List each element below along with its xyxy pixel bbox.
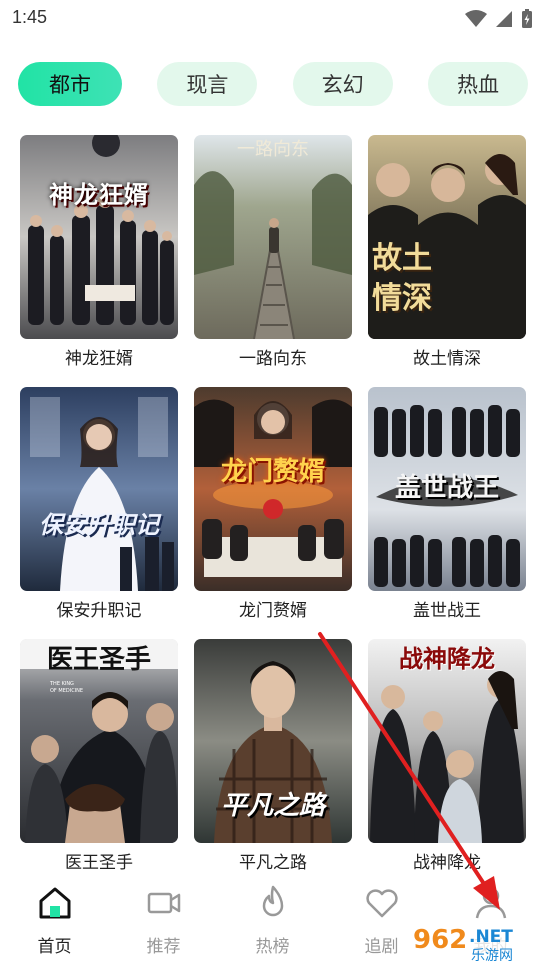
svg-text:一路向东: 一路向东: [237, 139, 309, 160]
svg-text:THE KING: THE KING: [49, 681, 74, 687]
tab-xuanhuan[interactable]: 玄幻: [292, 62, 393, 106]
video-icon: [147, 892, 180, 914]
status-bar: 1:45: [0, 0, 545, 40]
drama-poster: 平凡之路: [194, 639, 352, 843]
drama-title: 盖世战王: [413, 601, 481, 621]
svg-text:962: 962: [413, 925, 467, 955]
svg-text:OF MEDICINE: OF MEDICINE: [50, 688, 83, 694]
tab-dushi[interactable]: 都市: [18, 62, 122, 106]
drama-card[interactable]: THE KING OF MEDICINE 医王圣手 医王圣手: [20, 639, 178, 891]
drama-poster: 神龙狂婿: [20, 135, 178, 339]
drama-title: 一路向东: [239, 349, 307, 369]
drama-poster: 盖世战王: [368, 387, 526, 591]
drama-card[interactable]: 故土情深 故土情深: [368, 135, 526, 387]
nav-label: 首页: [37, 937, 72, 957]
status-time: 1:45: [12, 7, 48, 27]
wifi-icon: [465, 10, 487, 27]
svg-text:乐游网: 乐游网: [471, 948, 513, 964]
nav-label: 热榜: [255, 937, 290, 957]
category-tabs: 都市 现言 玄幻 热血: [18, 62, 528, 106]
drama-poster: 一路向东: [194, 135, 352, 339]
drama-title: 神龙狂婿: [65, 349, 133, 369]
heart-icon: [365, 889, 398, 918]
nav-item-recommend[interactable]: 推荐: [109, 870, 218, 968]
drama-title: 龙门赘婿: [239, 601, 307, 621]
tab-rexue[interactable]: 热血: [427, 62, 528, 106]
poster-title: 保安升职记: [39, 510, 159, 539]
home-icon: [39, 887, 70, 919]
drama-card[interactable]: 保安升职记 保安升职记: [20, 387, 178, 639]
signal-icon: [496, 11, 512, 27]
nav-label: 推荐: [146, 937, 181, 957]
drama-poster: THE KING OF MEDICINE 医王圣手: [20, 639, 178, 843]
drama-card[interactable]: 盖世战王 盖世战王: [368, 387, 526, 639]
battery-icon: [522, 9, 532, 28]
nav-item-hot[interactable]: 热榜: [218, 870, 327, 968]
poster-title: 平凡之路: [220, 791, 325, 821]
drama-card[interactable]: 龙门赘婿 龙门赘婿: [194, 387, 352, 639]
status-icons: [465, 9, 533, 29]
flame-icon: [262, 885, 283, 917]
poster-title: 神龙狂婿: [49, 180, 149, 209]
tab-xianyan[interactable]: 现言: [157, 62, 258, 106]
drama-card[interactable]: 一路向东 一路向东: [194, 135, 352, 387]
drama-title: 故土情深: [413, 349, 481, 369]
svg-text:.NET: .NET: [469, 927, 513, 947]
drama-poster: 保安升职记: [20, 387, 178, 591]
poster-title: 医王圣手: [46, 645, 151, 675]
drama-poster: 故土情深: [368, 135, 526, 339]
drama-poster: 战神降龙: [368, 639, 526, 843]
drama-poster: 龙门赘婿: [194, 387, 352, 591]
drama-card[interactable]: 战神降龙 战神降龙: [368, 639, 526, 891]
drama-title: 保安升职记: [56, 601, 142, 621]
drama-card[interactable]: 神龙狂婿 神龙狂婿: [20, 135, 178, 387]
drama-grid: 神龙狂婿 神龙狂婿 一路向东 一路向东 故土情深 故土情深 保安升职记 保安升职…: [20, 135, 526, 891]
watermark-logo: 962 .NET 乐游网: [403, 914, 541, 966]
poster-title: 故土情深: [372, 241, 432, 316]
poster-title: 龙门赘婿: [220, 457, 325, 487]
poster-title: 盖世战王: [394, 473, 499, 503]
poster-title: 战神降龙: [399, 644, 495, 673]
drama-card[interactable]: 平凡之路 平凡之路: [194, 639, 352, 891]
nav-item-home[interactable]: 首页: [0, 870, 109, 968]
